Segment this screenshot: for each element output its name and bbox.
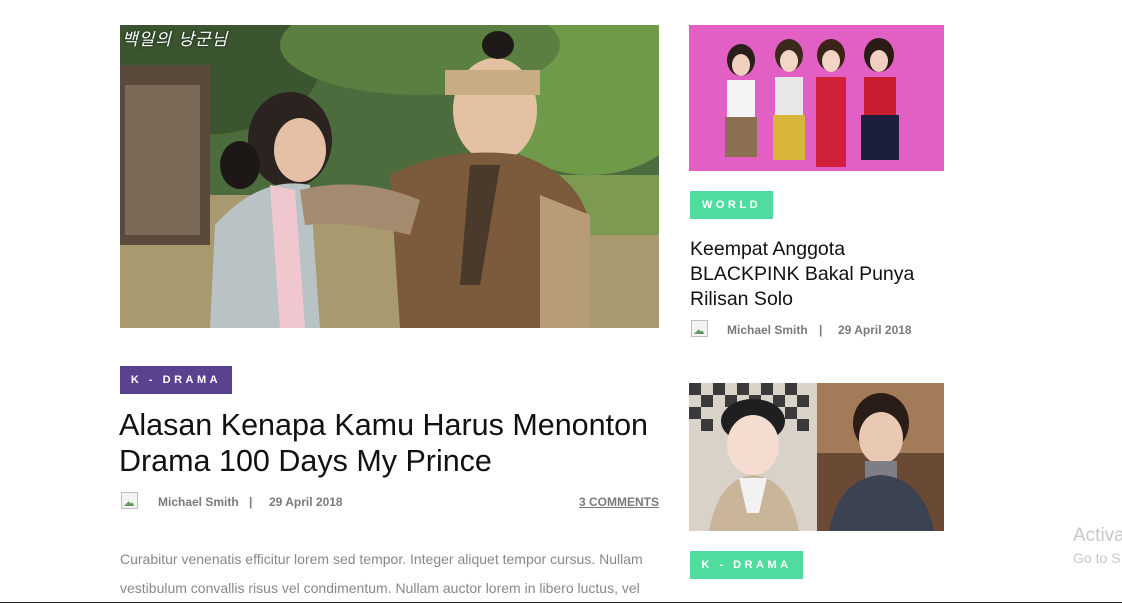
sidebar-post2-image[interactable] bbox=[689, 383, 944, 531]
actors-photo-illustration bbox=[689, 383, 944, 531]
category-badge-kdrama[interactable]: K - DRAMA bbox=[690, 551, 803, 579]
activation-watermark-subtitle: Go to S bbox=[1073, 550, 1121, 566]
drama-still-illustration bbox=[120, 25, 659, 328]
author-avatar-icon[interactable] bbox=[121, 492, 138, 509]
meta-separator: | bbox=[819, 323, 823, 337]
author-avatar-icon[interactable] bbox=[691, 320, 708, 337]
author-name[interactable]: Michael Smith bbox=[158, 495, 239, 509]
activation-watermark-title: Activa bbox=[1073, 525, 1122, 546]
category-badge-world[interactable]: WORLD bbox=[690, 191, 773, 219]
main-article-image[interactable]: 백일의 낭군님 bbox=[120, 25, 659, 328]
post-date[interactable]: 29 April 2018 bbox=[269, 495, 343, 509]
sidebar-post1-title[interactable]: Keempat Anggota BLACKPINK Bakal Punya Ri… bbox=[690, 237, 940, 312]
article-title[interactable]: Alasan Kenapa Kamu Harus Menonton Drama … bbox=[119, 407, 679, 479]
category-badge-kdrama[interactable]: K - DRAMA bbox=[120, 366, 232, 394]
author-name[interactable]: Michael Smith bbox=[727, 323, 808, 337]
image-overlay-logo: 백일의 낭군님 bbox=[122, 30, 229, 50]
blackpink-group-illustration bbox=[689, 25, 944, 171]
sidebar-post1-image[interactable] bbox=[689, 25, 944, 171]
article-excerpt: Curabitur venenatis efficitur lorem sed … bbox=[120, 551, 643, 596]
meta-separator: | bbox=[249, 495, 253, 509]
comments-link[interactable]: 3 COMMENTS bbox=[579, 495, 659, 509]
post-date[interactable]: 29 April 2018 bbox=[838, 323, 912, 337]
